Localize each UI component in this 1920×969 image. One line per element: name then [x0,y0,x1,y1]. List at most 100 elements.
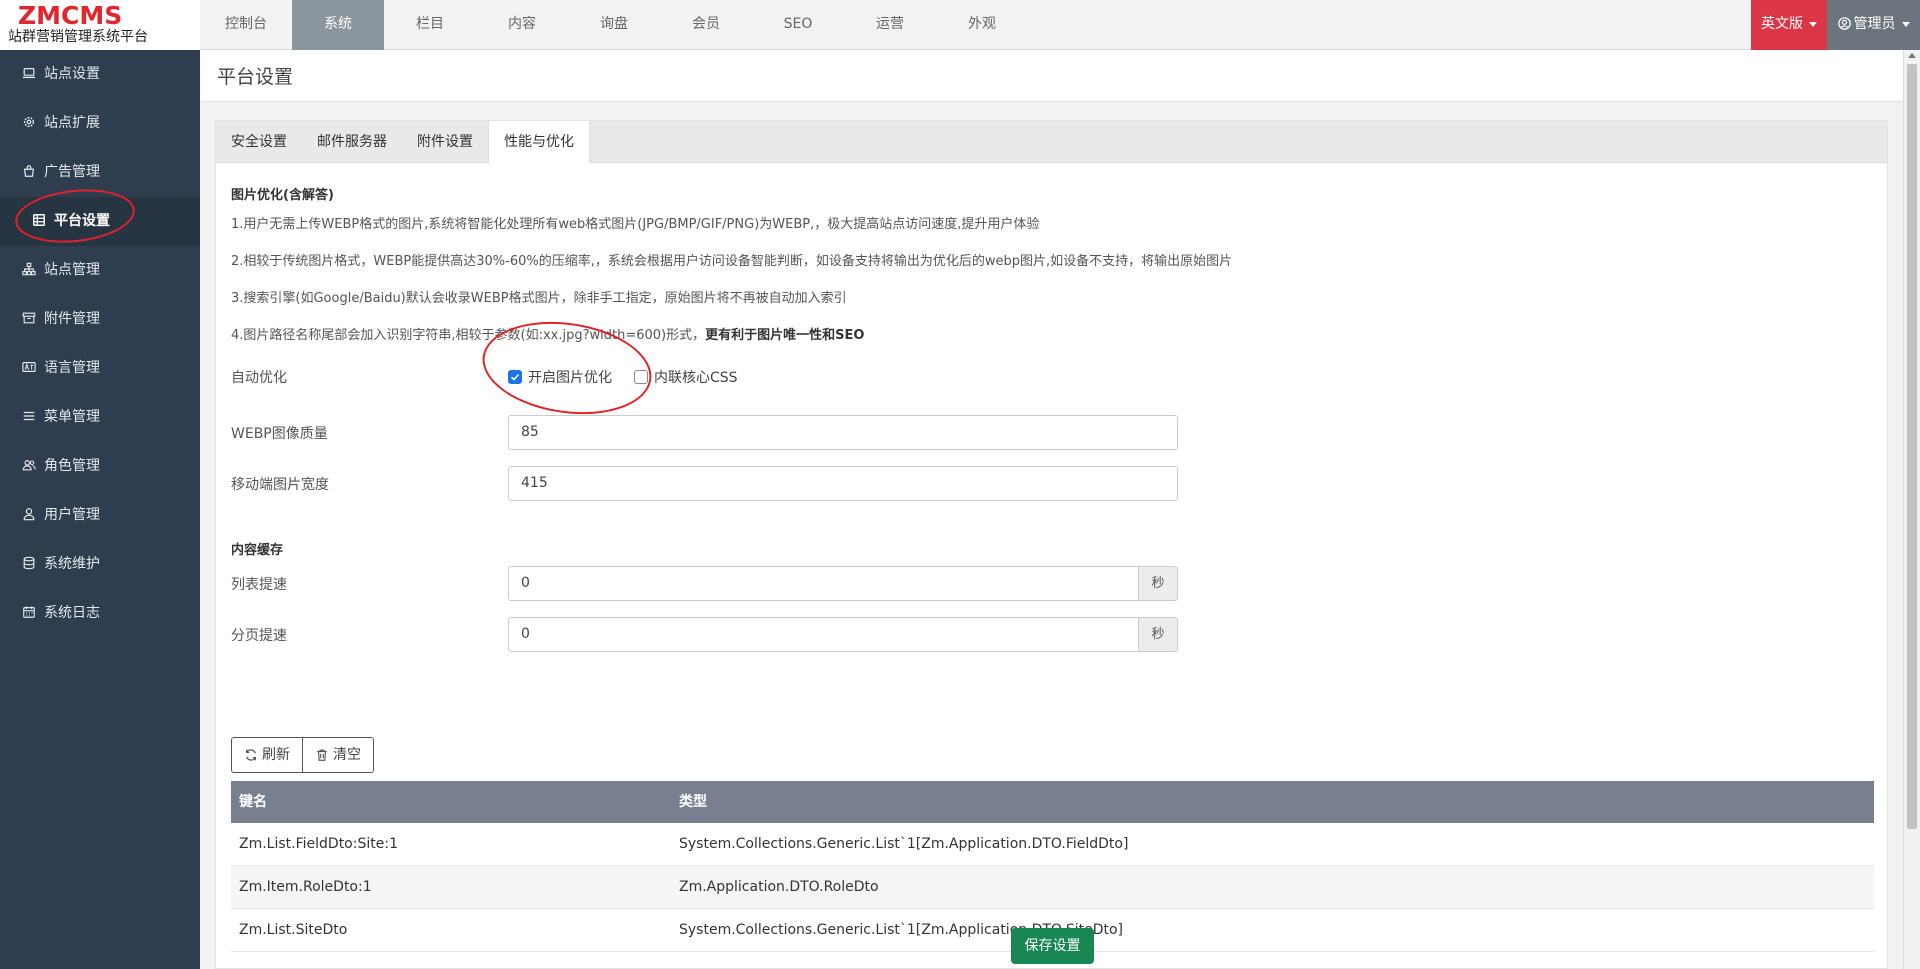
sidebar-item-user-management[interactable]: 用户管理 [0,491,200,540]
sidebar-item-system-maintenance[interactable]: 系统维护 [0,540,200,589]
settings-card: 安全设置 邮件服务器 附件设置 性能与优化 图片优化(含解答) 1.用户无需上传… [215,120,1888,969]
sidebar-item-label: 附件管理 [44,311,100,327]
sidebar-item-site-management[interactable]: 站点管理 [0,246,200,295]
top-bar: ZMCMS 站群营销管理系统平台 控制台 系统 栏目 内容 询盘 会员 SEO … [0,0,1920,50]
tip-3: 3.搜索引擎(如Google/Baidu)默认会收录WEBP格式图片，除非手工指… [231,291,847,306]
sidebar-item-label: 用户管理 [44,507,100,523]
sidebar-item-label: 广告管理 [44,164,100,180]
topnav-inquiry[interactable]: 询盘 [568,0,660,50]
language-icon [22,360,36,374]
language-dropdown[interactable]: 英文版 [1751,0,1827,50]
topnav-operation[interactable]: 运营 [844,0,936,50]
calendar-icon [22,605,36,619]
tab-security[interactable]: 安全设置 [216,121,302,163]
chevron-down-icon [1901,21,1910,27]
sidebar-item-label: 语言管理 [44,360,100,376]
cell-type: System.Collections.Generic.List`1[Zm.App… [679,836,1129,852]
sidebar-item-system-log[interactable]: 系统日志 [0,589,200,638]
tip-1: 1.用户无需上传WEBP格式的图片,系统将智能化处理所有web格式图片(JPG/… [231,217,1040,232]
list-speedup-unit: 秒 [1138,566,1178,601]
page-speedup-label: 分页提速 [231,628,287,644]
page-speedup-unit: 秒 [1138,617,1178,652]
tip-2: 2.相较于传统图片格式，WEBP能提供高达30%-60%的压缩率,，系统会根据用… [231,254,1233,269]
sidebar-item-attachment-management[interactable]: 附件管理 [0,295,200,344]
page-header: 平台设置 [200,50,1903,102]
sidebar-item-site-settings[interactable]: 站点设置 [0,50,200,99]
sidebar-item-role-management[interactable]: 角色管理 [0,442,200,491]
sidebar-item-label: 系统维护 [44,556,100,572]
cell-type: Zm.Application.DTO.RoleDto [679,879,879,895]
topnav-seo[interactable]: SEO [752,0,844,50]
scroll-up-arrow-icon[interactable] [1908,53,1916,58]
column-type: 类型 [679,794,707,810]
topnav-appearance[interactable]: 外观 [936,0,1028,50]
scrollbar-thumb[interactable] [1907,64,1917,829]
refresh-icon [246,749,256,761]
tab-performance[interactable]: 性能与优化 [488,121,590,163]
tab-attachment[interactable]: 附件设置 [402,121,488,163]
sidebar-item-label: 菜单管理 [44,409,100,425]
table-row: Zm.Item.RoleDto:1 Zm.Application.DTO.Rol… [231,866,1874,909]
table-header: 键名 类型 [231,781,1874,823]
sidebar: 站点设置 站点扩展 广告管理 平台设置 站点管理 附件管理 语言管理 菜单管理 … [0,50,200,969]
auto-optimize-label: 自动优化 [231,370,287,386]
main-content: 平台设置 安全设置 邮件服务器 附件设置 性能与优化 图片优化(含解答) 1.用… [200,50,1903,969]
logo[interactable]: ZMCMS 站群营销管理系统平台 [0,0,200,50]
chevron-down-icon [1809,21,1817,27]
content-cache-title: 内容缓存 [231,543,284,558]
menu-icon [22,409,36,423]
inline-core-css-label: 内联核心CSS [654,370,738,386]
cell-key: Zm.List.FieldDto:Site:1 [239,836,398,852]
topnav-column[interactable]: 栏目 [384,0,476,50]
sidebar-item-label: 站点管理 [44,262,100,278]
topnav-system[interactable]: 系统 [292,0,384,50]
page-speedup-input[interactable]: 0 [508,617,1139,652]
topnav-member[interactable]: 会员 [660,0,752,50]
topnav-dashboard[interactable]: 控制台 [200,0,292,50]
gear-icon [22,115,36,129]
mobile-image-width-label: 移动端图片宽度 [231,477,329,493]
vertical-scrollbar[interactable] [1903,50,1920,969]
sidebar-item-language-management[interactable]: 语言管理 [0,344,200,393]
tip-4-text: 4.图片路径名称尾部会加入识别字符串,相较于参数(如:xx.jpg?width=… [231,328,706,343]
cache-button-group: 刷新 清空 [231,737,374,773]
refresh-label: 刷新 [262,747,290,763]
sidebar-item-menu-management[interactable]: 菜单管理 [0,393,200,442]
archive-icon [22,311,36,325]
webp-quality-input[interactable]: 85 [508,415,1178,450]
sidebar-item-label: 角色管理 [44,458,100,474]
cell-type: System.Collections.Generic.List`1[Zm.App… [679,922,1123,938]
admin-dropdown[interactable]: 管理员 [1827,0,1920,50]
clear-button[interactable]: 清空 [303,737,374,773]
language-label: 英文版 [1761,16,1803,32]
column-key: 键名 [239,794,267,810]
sidebar-item-site-extension[interactable]: 站点扩展 [0,99,200,148]
laptop-icon [22,66,36,80]
bag-icon [22,164,36,178]
tab-mail-server[interactable]: 邮件服务器 [302,121,402,163]
top-nav: 控制台 系统 栏目 内容 询盘 会员 SEO 运营 外观 [200,0,1028,50]
page-title: 平台设置 [217,66,294,88]
webp-quality-label: WEBP图像质量 [231,426,328,442]
settings-tabs: 安全设置 邮件服务器 附件设置 性能与优化 [216,121,1887,163]
mobile-image-width-input[interactable]: 415 [508,466,1178,501]
logo-mark: ZMCMS [18,1,123,30]
list-speedup-label: 列表提速 [231,577,287,593]
logo-subtitle: 站群营销管理系统平台 [8,29,148,45]
refresh-button[interactable]: 刷新 [231,737,303,773]
user-icon [22,507,36,521]
sidebar-item-label: 站点设置 [44,66,100,82]
topnav-content[interactable]: 内容 [476,0,568,50]
cell-key: Zm.List.SiteDto [239,922,348,938]
tip-4-bold: 更有利于图片唯一性和SEO [705,328,865,343]
users-icon [22,458,36,472]
trash-icon [317,749,327,761]
sidebar-item-label: 系统日志 [44,605,100,621]
list-speedup-input[interactable]: 0 [508,566,1139,601]
admin-label: 管理员 [1853,16,1896,32]
sidebar-item-label: 站点扩展 [44,115,100,131]
save-settings-button[interactable]: 保存设置 [1011,928,1094,964]
image-optimization-title: 图片优化(含解答) [231,188,334,203]
cache-table: 键名 类型 Zm.List.FieldDto:Site:1 System.Col… [231,781,1874,952]
clear-label: 清空 [333,747,361,763]
